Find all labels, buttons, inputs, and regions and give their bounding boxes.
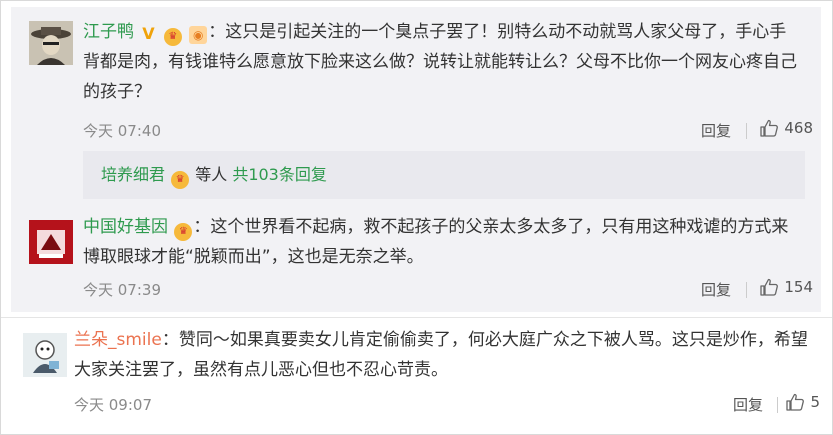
like-button[interactable]: 5 bbox=[785, 392, 820, 412]
avatar[interactable] bbox=[29, 21, 73, 65]
level-icon[interactable]: ◉ bbox=[189, 26, 208, 44]
comment-body: ：赞同～如果真要卖女儿肯定偷偷卖了，何必大庭广众之下被人骂。这只是炒作，希望大家… bbox=[74, 330, 808, 380]
comment-meta: 今天 09:07 回复 5 bbox=[74, 392, 820, 416]
comment-meta: 今天 07:40 回复 468 bbox=[83, 118, 813, 142]
crown-icon[interactable]: ♛ bbox=[163, 28, 182, 46]
section-divider bbox=[1, 317, 832, 318]
comment-item: 兰朵_smile：赞同～如果真要卖女儿肯定偷偷卖了，何必大庭广众之下被人骂。这只… bbox=[1, 319, 832, 434]
like-count: 154 bbox=[784, 278, 813, 296]
reply-button[interactable]: 回复 bbox=[701, 279, 731, 300]
thumbs-up-icon bbox=[760, 119, 779, 137]
like-button[interactable]: 154 bbox=[759, 277, 813, 297]
sub-reply-middle: 等人 bbox=[195, 165, 228, 184]
comment-text: 江子鸭 V ♛ ◉ ：这只是引起关注的一个臭点子罢了！别特么动不动就骂人家父母了，… bbox=[83, 17, 803, 107]
comment-text: 兰朵_smile：赞同～如果真要卖女儿肯定偷偷卖了，何必大庭广众之下被人骂。这只… bbox=[74, 325, 822, 385]
hot-comments-panel: 江子鸭 V ♛ ◉ ：这只是引起关注的一个臭点子罢了！别特么动不动就骂人家父母了，… bbox=[11, 7, 821, 312]
comment-time: 今天 07:40 bbox=[83, 122, 161, 140]
username-link[interactable]: 中国好基因 bbox=[83, 217, 168, 237]
comments-frame: 江子鸭 V ♛ ◉ ：这只是引起关注的一个臭点子罢了！别特么动不动就骂人家父母了，… bbox=[0, 0, 833, 435]
sub-replies-box[interactable]: 培养细君 ♛ 等人 共103条回复 bbox=[83, 151, 805, 199]
username-link[interactable]: 兰朵_smile bbox=[74, 330, 162, 350]
divider bbox=[746, 282, 747, 298]
sub-reply-username[interactable]: 培养细君 bbox=[101, 165, 165, 184]
avatar[interactable] bbox=[23, 333, 67, 377]
thumbs-up-icon bbox=[786, 393, 805, 411]
vip-v-icon[interactable]: V bbox=[140, 25, 156, 43]
avatar[interactable] bbox=[29, 220, 73, 264]
like-count: 468 bbox=[784, 119, 813, 137]
divider bbox=[777, 397, 778, 413]
reply-button[interactable]: 回复 bbox=[733, 394, 763, 415]
sub-reply-count-link[interactable]: 共103条回复 bbox=[232, 165, 327, 184]
comment-time: 今天 07:39 bbox=[83, 281, 161, 299]
crown-icon[interactable]: ♛ bbox=[174, 223, 193, 241]
username-link[interactable]: 江子鸭 bbox=[83, 22, 134, 42]
reply-button[interactable]: 回复 bbox=[701, 120, 731, 141]
crown-icon[interactable]: ♛ bbox=[171, 171, 190, 189]
comment-time: 今天 09:07 bbox=[74, 396, 152, 414]
divider bbox=[746, 123, 747, 139]
like-count: 5 bbox=[810, 393, 820, 411]
like-button[interactable]: 468 bbox=[759, 118, 813, 138]
comment-meta: 今天 07:39 回复 154 bbox=[83, 277, 813, 301]
comment-text: 中国好基因 ♛ ：这个世界看不起病，救不起孩子的父亲太多太多了，只有用这种戏谑的方… bbox=[83, 212, 803, 272]
thumbs-up-icon bbox=[760, 278, 779, 296]
